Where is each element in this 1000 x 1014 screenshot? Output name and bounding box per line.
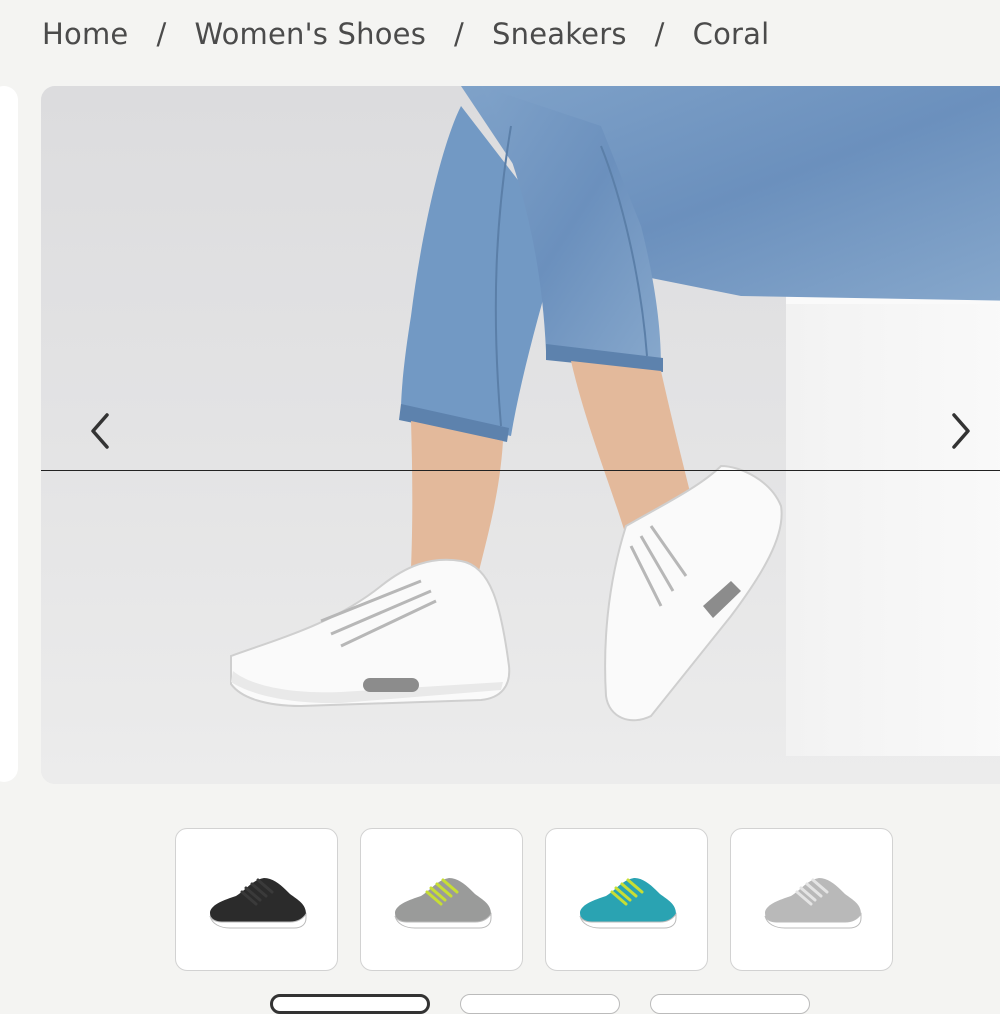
thumbnail-turquoise-sneaker[interactable]	[545, 828, 708, 971]
previous-image-button[interactable]	[87, 411, 131, 455]
product-main-image	[41, 86, 1000, 784]
breadcrumb-separator: /	[654, 17, 665, 51]
divider-line	[41, 470, 1000, 471]
option-pill-selected[interactable]	[270, 994, 430, 1014]
breadcrumb-sneakers[interactable]: Sneakers	[492, 17, 627, 51]
breadcrumb-womens-shoes[interactable]: Women's Shoes	[194, 17, 426, 51]
sneaker-icon	[579, 877, 676, 928]
sneaker-icon	[764, 877, 861, 928]
breadcrumb-separator: /	[156, 17, 167, 51]
option-pill[interactable]	[460, 994, 620, 1014]
chevron-left-icon	[91, 413, 109, 449]
color-thumbnails	[175, 828, 893, 971]
option-pill[interactable]	[650, 994, 810, 1014]
sneaker-icon	[209, 877, 306, 928]
thumbnail-grey-lime-sneaker[interactable]	[360, 828, 523, 971]
breadcrumb-separator: /	[454, 17, 464, 51]
sneaker-icon	[394, 877, 491, 928]
breadcrumb: Home / Women's Shoes / Sneakers / Coral	[42, 14, 769, 54]
chevron-right-icon	[952, 413, 970, 449]
hero-illustration	[41, 86, 1000, 784]
next-image-button[interactable]	[946, 411, 990, 455]
size-pills-partial	[270, 994, 810, 1014]
breadcrumb-home[interactable]: Home	[42, 17, 128, 51]
thumbnail-light-grey-sneaker[interactable]	[730, 828, 893, 971]
previous-slide-edge[interactable]	[0, 86, 18, 782]
thumbnail-black-sneaker[interactable]	[175, 828, 338, 971]
breadcrumb-current-coral: Coral	[692, 17, 770, 51]
